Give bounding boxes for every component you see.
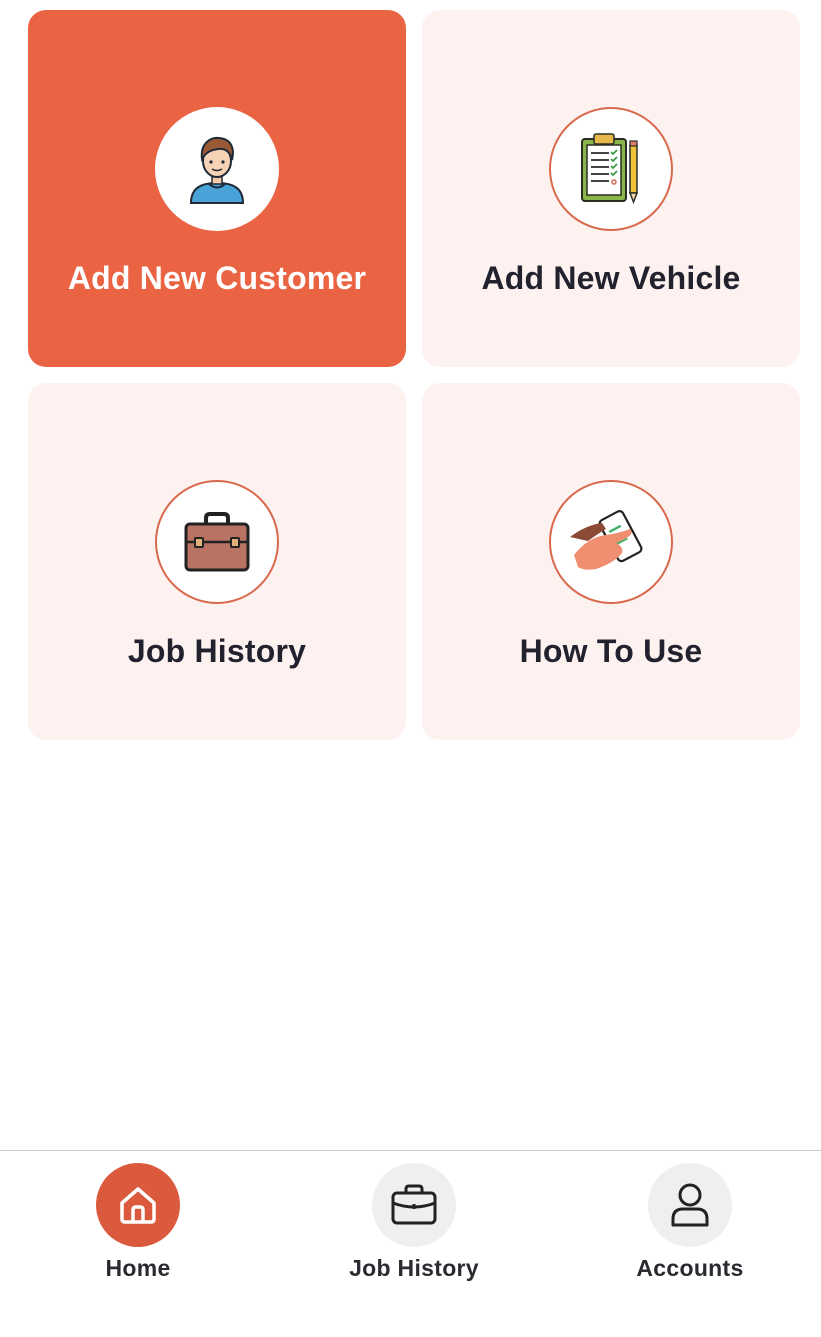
user-icon bbox=[671, 1183, 709, 1227]
briefcase-icon bbox=[391, 1184, 437, 1225]
home-icon-badge bbox=[96, 1163, 180, 1247]
nav-label-home: Home bbox=[105, 1255, 171, 1281]
card-label: How To Use bbox=[519, 633, 703, 669]
hand-phone-icon bbox=[570, 510, 643, 570]
nav-item-accounts[interactable]: Accounts bbox=[590, 1163, 790, 1293]
job-history-icon-badge bbox=[155, 480, 279, 604]
app-screen: Add New Customer Add New Vehicle Job His… bbox=[0, 0, 821, 1337]
job-history-card[interactable]: Job History bbox=[28, 383, 406, 740]
card-label: Job History bbox=[127, 633, 307, 669]
nav-item-home[interactable]: Home bbox=[38, 1163, 238, 1293]
customer-avatar-icon bbox=[189, 136, 245, 204]
nav-item-job-history[interactable]: Job History bbox=[314, 1163, 514, 1293]
add-new-vehicle-card[interactable]: Add New Vehicle bbox=[422, 10, 800, 367]
card-label: Add New Customer bbox=[67, 260, 367, 296]
job-history-icon-badge bbox=[372, 1163, 456, 1247]
how-to-use-card[interactable]: How To Use bbox=[422, 383, 800, 740]
add-new-customer-card[interactable]: Add New Customer bbox=[28, 10, 406, 367]
how-to-use-icon-badge bbox=[549, 480, 673, 604]
vehicle-icon-badge bbox=[549, 107, 673, 231]
home-icon bbox=[120, 1187, 156, 1224]
briefcase-icon bbox=[184, 512, 250, 572]
nav-label-job-history: Job History bbox=[349, 1255, 479, 1281]
card-label: Add New Vehicle bbox=[481, 260, 741, 296]
accounts-icon-badge bbox=[648, 1163, 732, 1247]
customer-icon-badge bbox=[155, 107, 279, 231]
nav-label-accounts: Accounts bbox=[636, 1255, 744, 1281]
bottom-navigation-bar: Home Job History Accounts bbox=[0, 1150, 821, 1337]
clipboard-checklist-icon bbox=[581, 133, 639, 205]
